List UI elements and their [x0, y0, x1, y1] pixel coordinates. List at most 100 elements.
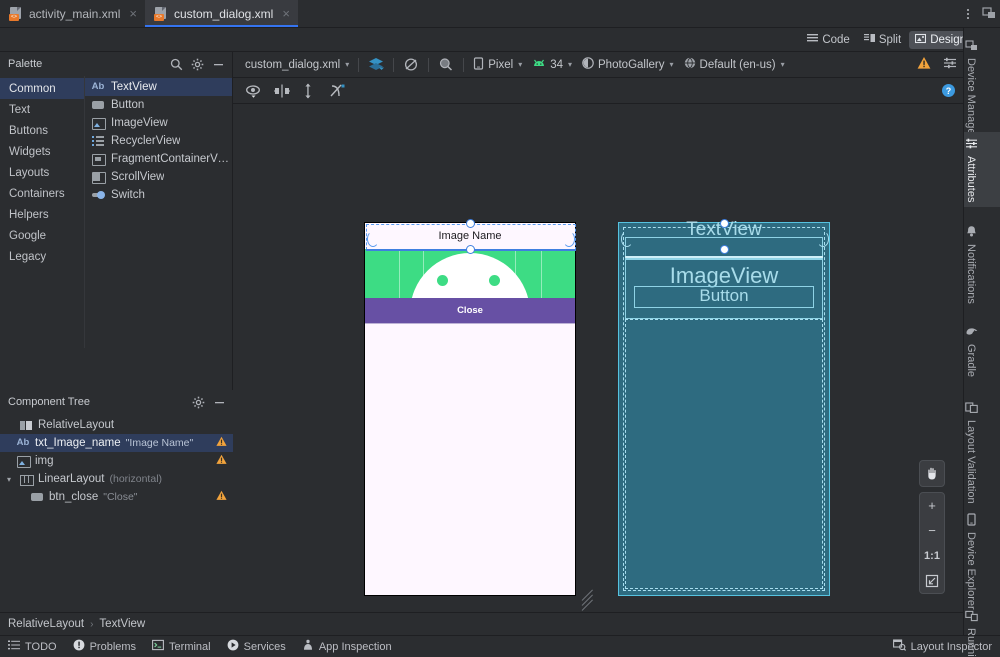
minimize-icon[interactable] — [210, 56, 226, 72]
imageview-icon — [16, 454, 30, 468]
preview-close-button[interactable]: Close — [365, 298, 575, 324]
fragment-icon — [91, 152, 105, 166]
xml-file-icon: <> — [9, 7, 23, 21]
status-services[interactable]: Services — [227, 639, 286, 654]
pan-hand-icon[interactable] — [919, 461, 945, 486]
device-preview[interactable]: Image Name Close — [364, 222, 576, 596]
visibility-eye-icon[interactable] — [245, 83, 263, 99]
preview-textview[interactable]: Image Name — [365, 223, 575, 249]
linearlayout-icon — [19, 472, 33, 486]
right-tab-label: Device Explorer — [965, 532, 977, 610]
preview-imageview[interactable] — [365, 249, 575, 298]
breadcrumb-item-relativelayout[interactable]: RelativeLayout — [8, 618, 84, 630]
palette-category-buttons[interactable]: Buttons — [0, 120, 84, 141]
canvas-resize-grip[interactable] — [582, 600, 596, 612]
help-icon[interactable]: ? — [942, 84, 955, 97]
editor-tab-bar: <> activity_main.xml × <> custom_dialog.… — [0, 0, 1000, 28]
locale-selector[interactable]: Default (en-us)▾ — [679, 55, 790, 75]
device-explorer-icon — [964, 513, 978, 527]
breadcrumb-item-textview[interactable]: TextView — [99, 618, 145, 630]
device-manager-icon[interactable] — [980, 4, 998, 22]
right-tab-notifications[interactable]: Notifications — [964, 220, 1000, 309]
palette-category-helpers[interactable]: Helpers — [0, 204, 84, 225]
sliders-icon — [964, 137, 978, 151]
close-icon[interactable]: × — [282, 7, 290, 20]
status-terminal[interactable]: Terminal — [152, 639, 211, 654]
close-icon[interactable]: × — [129, 7, 137, 20]
editor-mode-bar: Code Split Design — [0, 28, 1000, 52]
status-app-inspection[interactable]: App Inspection — [302, 639, 392, 654]
tree-node-txt-image-name[interactable]: Ab txt_Image_name "Image Name" — [0, 434, 233, 452]
align-horizontal-icon[interactable] — [273, 83, 291, 99]
switch-icon — [91, 188, 105, 202]
palette-item-button[interactable]: Button — [85, 96, 232, 114]
search-icon[interactable] — [168, 56, 184, 72]
status-problems[interactable]: Problems — [73, 639, 136, 654]
design-canvas[interactable]: Image Name Close — [233, 105, 963, 612]
constraints-off-icon[interactable] — [329, 83, 347, 99]
palette-item-switch[interactable]: Switch — [85, 186, 232, 204]
code-lines-icon — [807, 33, 818, 47]
blueprint-preview[interactable]: TextView ImageView Button — [618, 222, 830, 596]
palette-category-common[interactable]: Common — [0, 78, 84, 99]
align-vertical-icon[interactable] — [301, 83, 319, 99]
palette-item-recyclerview[interactable]: RecyclerView — [85, 132, 232, 150]
layout-file-selector[interactable]: custom_dialog.xml▾ — [240, 55, 354, 75]
more-options-icon[interactable] — [960, 6, 976, 22]
tab-code[interactable]: Code — [801, 31, 856, 49]
layers-icon[interactable] — [363, 55, 389, 75]
gear-icon[interactable] — [190, 394, 206, 410]
palette-title: Palette — [8, 58, 42, 70]
warning-triangle-icon[interactable] — [917, 56, 931, 73]
tab-split[interactable]: Split — [858, 31, 907, 49]
palette-item-textview[interactable]: Ab TextView — [85, 78, 232, 96]
bell-icon — [964, 225, 978, 239]
palette-item-imageview[interactable]: ImageView — [85, 114, 232, 132]
zoom-out-button[interactable]: − — [919, 518, 945, 543]
tree-node-btn-close[interactable]: btn_close "Close" — [0, 488, 233, 506]
right-tab-attributes[interactable]: Attributes — [964, 132, 1000, 207]
palette-item-fragmentcontainerview[interactable]: FragmentContainerVi… — [85, 150, 232, 168]
blueprint-linearlayout-box[interactable] — [625, 319, 823, 589]
split-view-icon — [864, 33, 875, 47]
palette-category-containers[interactable]: Containers — [0, 183, 84, 204]
tree-node-img[interactable]: img — [0, 452, 233, 470]
file-tab-activity-main[interactable]: <> activity_main.xml × — [0, 0, 145, 27]
component-tree-panel: Component Tree RelativeLayout Ab txt_I — [0, 390, 233, 612]
chevron-down-icon[interactable]: ▾ — [4, 475, 14, 484]
palette-category-legacy[interactable]: Legacy — [0, 246, 84, 267]
theme-selector[interactable]: PhotoGallery▾ — [577, 55, 679, 75]
right-tab-running-devices[interactable]: Running Devices — [964, 604, 1000, 657]
zoom-inspect-icon[interactable] — [433, 55, 459, 75]
fit-to-screen-icon[interactable] — [919, 568, 945, 593]
palette-category-layouts[interactable]: Layouts — [0, 162, 84, 183]
api-level-selector[interactable]: 34▾ — [527, 55, 577, 75]
tree-node-relativelayout[interactable]: RelativeLayout — [0, 416, 233, 434]
palette-category-text[interactable]: Text — [0, 99, 84, 120]
zoom-toolbar: + − 1:1 — [919, 460, 945, 594]
right-tab-device-manager[interactable]: Device Manager — [964, 34, 1000, 143]
breadcrumb-separator: › — [90, 619, 93, 630]
right-tab-gradle[interactable]: Gradle — [964, 320, 1000, 382]
tree-node-linearlayout[interactable]: ▾ LinearLayout (horizontal) — [0, 470, 233, 488]
right-tab-label: Running Devices — [965, 628, 977, 657]
preview-close-button-label: Close — [457, 305, 483, 316]
layout-inspector-icon — [893, 639, 906, 654]
minimize-icon[interactable] — [211, 394, 227, 410]
file-tab-custom-dialog[interactable]: <> custom_dialog.xml × — [145, 0, 298, 27]
palette-category-widgets[interactable]: Widgets — [0, 141, 84, 162]
zoom-reset-button[interactable]: 1:1 — [919, 543, 945, 568]
status-todo[interactable]: TODO — [8, 639, 57, 654]
scrollview-icon — [91, 170, 105, 184]
blueprint-mode-icon[interactable] — [398, 55, 424, 75]
gear-icon[interactable] — [189, 56, 205, 72]
palette-category-google[interactable]: Google — [0, 225, 84, 246]
right-tab-device-explorer[interactable]: Device Explorer — [964, 508, 1000, 615]
xml-file-icon: <> — [154, 7, 168, 21]
right-tab-layout-validation[interactable]: Layout Validation — [964, 396, 1000, 509]
blueprint-button-label: Button — [619, 286, 829, 306]
palette-item-scrollview[interactable]: ScrollView — [85, 168, 232, 186]
sliders-icon[interactable] — [943, 56, 957, 73]
device-selector[interactable]: Pixel▾ — [468, 55, 527, 75]
zoom-in-button[interactable]: + — [919, 493, 945, 518]
